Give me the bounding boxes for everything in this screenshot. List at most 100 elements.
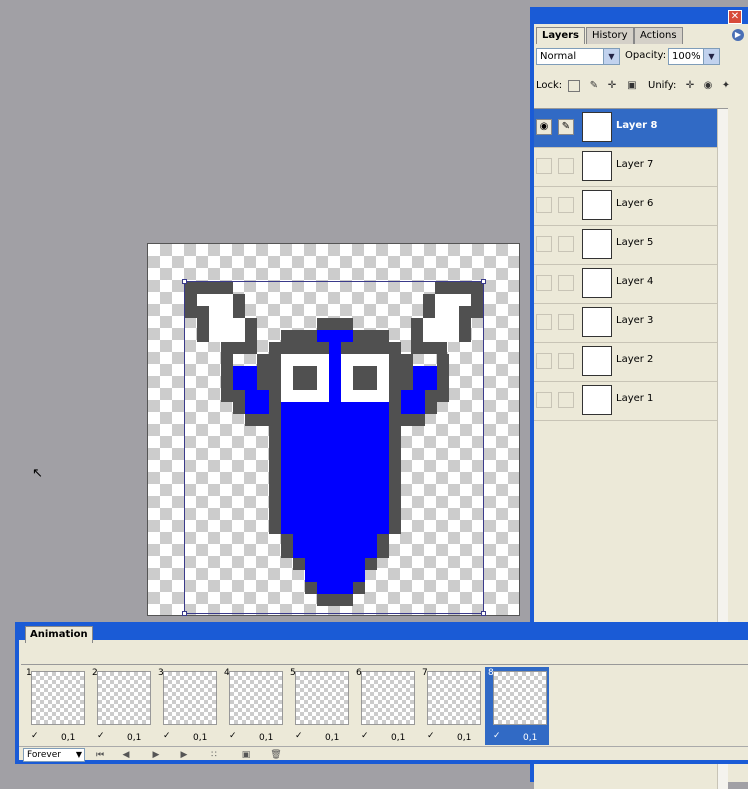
frame-disposal-icon[interactable]: ✓ <box>427 731 435 741</box>
tab-layers[interactable]: Layers <box>536 27 585 44</box>
eye-visibility-box[interactable] <box>536 353 552 369</box>
loop-options-select[interactable]: Forever ▼ <box>23 748 85 762</box>
layer-row-4[interactable]: Layer 4 <box>534 265 722 304</box>
frame-delay[interactable]: 0,1 <box>523 733 537 743</box>
play-icon[interactable]: ▶ <box>147 748 165 762</box>
layer-row-1[interactable]: Layer 1 <box>534 382 722 421</box>
layer-row-2[interactable]: Layer 2 <box>534 343 722 382</box>
blend-mode-value: Normal <box>540 51 577 62</box>
animation-controls: Forever ▼ ⏮ ◀ ▶ ▶ ∷ ▣ 🗑 <box>19 746 748 763</box>
first-frame-icon[interactable]: ⏮ <box>91 748 109 762</box>
tab-history[interactable]: History <box>586 27 634 44</box>
layer-row-3[interactable]: Layer 3 <box>534 304 722 343</box>
frame-delay[interactable]: 0,1 <box>325 733 339 743</box>
tab-actions[interactable]: Actions <box>634 27 683 44</box>
link-box[interactable] <box>558 197 574 213</box>
tween-icon[interactable]: ∷ <box>205 748 223 762</box>
frame-delay[interactable]: 0,1 <box>259 733 273 743</box>
animation-frame[interactable]: 6 ✓ 0,1 <box>353 667 417 745</box>
eye-visibility-box[interactable] <box>536 236 552 252</box>
layer-name[interactable]: Layer 6 <box>616 198 653 209</box>
previous-frame-icon[interactable]: ◀ <box>117 748 135 762</box>
delete-frame-icon[interactable]: 🗑 <box>267 748 285 762</box>
loop-option-value: Forever <box>27 750 61 760</box>
frame-delay[interactable]: 0,1 <box>457 733 471 743</box>
frame-disposal-icon[interactable]: ✓ <box>229 731 237 741</box>
layer-row-8[interactable]: ◉ ✎ Layer 8 <box>534 109 722 148</box>
layer-name[interactable]: Layer 5 <box>616 237 653 248</box>
frame-thumbnail <box>31 671 85 725</box>
panel-menu-icon[interactable]: ▶ <box>732 29 744 41</box>
link-box[interactable] <box>558 353 574 369</box>
link-box[interactable] <box>558 275 574 291</box>
close-icon[interactable]: ✕ <box>728 10 742 24</box>
frame-thumbnail <box>361 671 415 725</box>
frame-delay[interactable]: 0,1 <box>61 733 75 743</box>
opacity-value: 100% <box>672 51 701 62</box>
layer-name[interactable]: Layer 7 <box>616 159 653 170</box>
lock-brush-icon[interactable]: ✎ <box>588 80 600 92</box>
eye-visibility-box[interactable] <box>536 314 552 330</box>
eye-icon[interactable]: ◉ <box>536 119 552 135</box>
layer-row-5[interactable]: Layer 5 <box>534 226 722 265</box>
frame-thumbnail <box>427 671 481 725</box>
lock-move-icon[interactable]: ✛ <box>606 80 618 92</box>
chevron-down-icon: ▼ <box>75 750 82 759</box>
layer-name[interactable]: Layer 3 <box>616 315 653 326</box>
frame-delay[interactable]: 0,1 <box>127 733 141 743</box>
layer-row-6[interactable]: Layer 6 <box>534 187 722 226</box>
move-cursor-icon: ↖ <box>32 466 43 481</box>
frame-delay[interactable]: 0,1 <box>193 733 207 743</box>
animation-frame-selected[interactable]: 8 ✓ 0,1 <box>485 667 549 745</box>
link-box[interactable] <box>558 236 574 252</box>
document-canvas[interactable] <box>147 243 520 616</box>
frame-disposal-icon[interactable]: ✓ <box>97 731 105 741</box>
frame-thumbnail <box>295 671 349 725</box>
duplicate-frame-icon[interactable]: ▣ <box>237 748 255 762</box>
unify-visibility-icon[interactable]: ◉ <box>702 80 714 92</box>
eye-visibility-box[interactable] <box>536 158 552 174</box>
frame-disposal-icon[interactable]: ✓ <box>361 731 369 741</box>
opacity-input[interactable]: 100% ▼ <box>668 48 720 65</box>
tab-animation[interactable]: Animation <box>25 626 93 643</box>
chevron-down-icon: ▼ <box>703 49 719 64</box>
lock-transparency-icon[interactable] <box>568 80 580 92</box>
animation-frame[interactable]: 2 ✓ 0,1 <box>89 667 153 745</box>
layer-row-7[interactable]: Layer 7 <box>534 148 722 187</box>
animation-frame[interactable]: 1 ✓ 0,1 <box>23 667 87 745</box>
frame-disposal-icon[interactable]: ✓ <box>163 731 171 741</box>
blend-mode-select[interactable]: Normal ▼ <box>536 48 620 65</box>
link-box[interactable] <box>558 314 574 330</box>
layer-thumbnail <box>582 112 612 142</box>
layer-thumbnail <box>582 307 612 337</box>
frame-disposal-icon[interactable]: ✓ <box>31 731 39 741</box>
link-box[interactable] <box>558 158 574 174</box>
frame-thumbnail <box>229 671 283 725</box>
layer-name[interactable]: Layer 4 <box>616 276 653 287</box>
unify-style-icon[interactable]: ✦ <box>720 80 732 92</box>
frame-disposal-icon[interactable]: ✓ <box>295 731 303 741</box>
eye-visibility-box[interactable] <box>536 392 552 408</box>
pixel-character-image <box>185 282 483 606</box>
layer-name[interactable]: Layer 2 <box>616 354 653 365</box>
animation-panel-window: Animation 1 ✓ 0,1 2 ✓ 0,1 3 ✓ 0,1 4 ✓ 0,… <box>15 622 748 764</box>
frame-disposal-icon[interactable]: ✓ <box>493 731 501 741</box>
animation-frame[interactable]: 4 ✓ 0,1 <box>221 667 285 745</box>
brush-link-icon[interactable]: ✎ <box>558 119 574 135</box>
layer-thumbnail <box>582 229 612 259</box>
frame-thumbnail <box>97 671 151 725</box>
eye-visibility-box[interactable] <box>536 275 552 291</box>
animation-frame[interactable]: 5 ✓ 0,1 <box>287 667 351 745</box>
eye-visibility-box[interactable] <box>536 197 552 213</box>
lock-all-icon[interactable]: ▣ <box>626 80 638 92</box>
link-box[interactable] <box>558 392 574 408</box>
unify-position-icon[interactable]: ✛ <box>684 80 696 92</box>
animation-frame[interactable]: 7 ✓ 0,1 <box>419 667 483 745</box>
animation-frame[interactable]: 3 ✓ 0,1 <box>155 667 219 745</box>
next-frame-icon[interactable]: ▶ <box>175 748 193 762</box>
frame-delay[interactable]: 0,1 <box>391 733 405 743</box>
layer-name[interactable]: Layer 1 <box>616 393 653 404</box>
frame-thumbnail <box>493 671 547 725</box>
layer-name[interactable]: Layer 8 <box>616 120 657 131</box>
animation-panel-body: Animation 1 ✓ 0,1 2 ✓ 0,1 3 ✓ 0,1 4 ✓ 0,… <box>19 626 748 763</box>
